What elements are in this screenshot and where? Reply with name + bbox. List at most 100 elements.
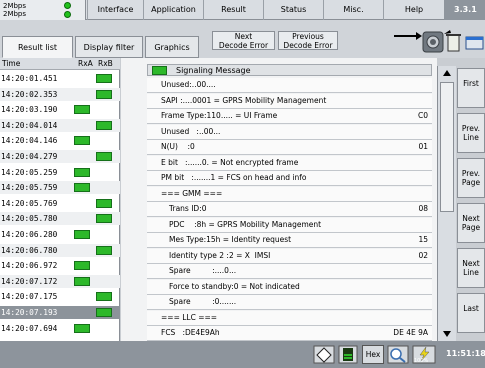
list-row[interactable]: 14:20:03.190: [0, 103, 120, 116]
next-decode-error-button[interactable]: Next Decode Error: [212, 31, 275, 50]
version-label: 3.3.1: [444, 0, 485, 20]
decode-line-text: PDC :8h = GPRS Mobility Management: [169, 219, 322, 229]
col-time-header[interactable]: Time: [2, 58, 20, 70]
decode-line-value: 15: [418, 235, 428, 244]
list-row[interactable]: 14:20:04.146: [0, 134, 120, 147]
power-percent: 100%: [414, 358, 429, 364]
list-row[interactable]: 14:20:07.175: [0, 290, 120, 303]
list-row[interactable]: 14:20:04.014: [0, 118, 120, 132]
link-b-led-icon: [64, 11, 71, 18]
decode-line[interactable]: SAPI :....0001 = GPRS Mobility Managemen…: [147, 93, 432, 109]
decode-line[interactable]: Trans ID:0 08: [147, 202, 432, 217]
decode-line-text: Spare :0.......: [169, 297, 237, 306]
decode-line-value: 01: [418, 142, 428, 151]
last-button[interactable]: Last: [457, 293, 485, 333]
row-time: 14:20:07.193: [1, 308, 58, 317]
decode-line[interactable]: === GMM ===: [147, 186, 432, 202]
list-row[interactable]: 14:20:06.280: [0, 228, 120, 241]
decode-line-text: Mes Type:15h = Identity request: [169, 235, 292, 244]
menu-interface[interactable]: Interface: [87, 0, 143, 20]
decode-line[interactable]: Identity type 2 :2 = X IMSI 02: [147, 248, 432, 264]
toolbar-icons: [394, 30, 484, 53]
list-row[interactable]: 14:20:07.172: [0, 274, 120, 288]
message-envelope-icon: [74, 105, 90, 115]
tab-display-filter[interactable]: Display filter: [75, 36, 143, 58]
list-row[interactable]: 14:20:07.694: [0, 322, 120, 335]
scroll-thumb[interactable]: [440, 82, 454, 212]
row-time: 14:20:05.769: [1, 198, 58, 208]
scroll-down-icon[interactable]: [442, 330, 452, 338]
next-line-button[interactable]: Next Line: [457, 248, 485, 288]
next-page-button[interactable]: Next Page: [457, 203, 485, 243]
tab-graphics[interactable]: Graphics: [145, 36, 199, 58]
diamond-status-icon[interactable]: [313, 345, 335, 364]
decode-line[interactable]: FCS :DE4E9Ah DE 4E 9A: [147, 326, 432, 341]
trash-icon[interactable]: [444, 30, 461, 52]
previous-decode-error-button[interactable]: Previous Decode Error: [278, 31, 338, 50]
decode-line[interactable]: PDC :8h = GPRS Mobility Management: [147, 217, 432, 233]
col-rxa-header[interactable]: RxA: [78, 58, 93, 70]
prev-page-button[interactable]: Prev. Page: [457, 158, 485, 198]
decode-line-text: SAPI :....0001 = GPRS Mobility Managemen…: [161, 95, 327, 105]
window-icon[interactable]: [465, 36, 484, 50]
decode-line[interactable]: === LLC ===: [147, 310, 432, 326]
decode-line-value: DE 4E 9A: [393, 328, 428, 337]
list-row[interactable]: 14:20:06.972: [0, 259, 120, 272]
row-time: 14:20:05.759: [1, 183, 58, 193]
zoom-icon[interactable]: [387, 345, 409, 364]
message-envelope-icon: [96, 74, 112, 83]
list-row[interactable]: 14:20:07.193: [0, 306, 120, 319]
menu-application[interactable]: Application: [143, 0, 203, 20]
decode-line[interactable]: Unused :..00...: [147, 124, 432, 140]
menu-misc[interactable]: Misc.: [323, 0, 383, 20]
list-row[interactable]: 14:20:02.353: [0, 87, 120, 101]
list-row[interactable]: 14:20:05.769: [0, 197, 120, 210]
row-time: 14:20:05.259: [1, 167, 58, 177]
prev-line-button[interactable]: Prev. Line: [457, 113, 485, 153]
row-time: 14:20:06.972: [1, 261, 58, 271]
decode-line[interactable]: PM bit :.......1 = FCS on head and info: [147, 171, 432, 186]
decode-line[interactable]: Mes Type:15h = Identity request 15: [147, 233, 432, 248]
power-indicator: 100%: [412, 345, 436, 364]
hex-button[interactable]: Hex: [362, 345, 384, 364]
decode-line-text: Identity type 2 :2 = X IMSI: [169, 250, 271, 260]
link-a-led-icon: [64, 2, 71, 9]
decode-line[interactable]: Spare :0.......: [147, 295, 432, 310]
list-row[interactable]: 14:20:05.780: [0, 212, 120, 226]
capture-camera-icon[interactable]: [422, 31, 444, 53]
decode-line[interactable]: Force to standby:0 = Not indicated: [147, 279, 432, 295]
row-time: 14:20:03.190: [1, 105, 58, 115]
decode-line-text: Spare :....0...: [169, 266, 237, 275]
list-row[interactable]: 14:20:05.259: [0, 166, 120, 179]
decode-line[interactable]: E bit :......0. = Not encrypted frame: [147, 155, 432, 171]
message-envelope-icon: [74, 167, 90, 177]
decode-line[interactable]: Unused:..00....: [147, 78, 432, 93]
tab-result-list[interactable]: Result list: [2, 36, 73, 58]
menu-status[interactable]: Status: [263, 0, 323, 20]
row-time: 14:20:01.451: [1, 74, 58, 83]
decode-line-text: Trans ID:0: [169, 204, 207, 213]
decode-line[interactable]: Spare :....0...: [147, 264, 432, 279]
list-header: Time RxA RxB: [0, 58, 120, 70]
decode-line[interactable]: Frame Type:110..... = UI Frame C0: [147, 109, 432, 124]
decode-line[interactable]: N(U) :0 01: [147, 140, 432, 155]
decode-line-text: N(U) :0: [161, 142, 195, 151]
decode-line-text: FCS :DE4E9Ah: [161, 328, 220, 337]
message-envelope-icon: [74, 261, 90, 271]
list-row[interactable]: 14:20:04.279: [0, 150, 120, 163]
signal-level-icon[interactable]: [338, 345, 358, 364]
navigation-column: First Prev. Line Prev. Page Next Page Next L…: [457, 58, 485, 341]
decode-line-text: E bit :......0. = Not encrypted frame: [161, 157, 299, 167]
list-row[interactable]: 14:20:05.759: [0, 181, 120, 195]
scroll-up-icon[interactable]: [442, 69, 452, 77]
list-row[interactable]: 14:20:06.780: [0, 243, 120, 257]
menu-help[interactable]: Help: [383, 0, 444, 20]
message-envelope-icon: [96, 292, 112, 302]
row-time: 14:20:04.146: [1, 136, 58, 146]
system-clock: 11:51:18: [446, 349, 485, 358]
menu-result[interactable]: Result: [203, 0, 263, 20]
first-button[interactable]: First: [457, 68, 485, 108]
col-rxb-header[interactable]: RxB: [98, 58, 113, 70]
list-row[interactable]: 14:20:01.451: [0, 72, 120, 85]
detail-scrollbar[interactable]: [437, 66, 456, 341]
